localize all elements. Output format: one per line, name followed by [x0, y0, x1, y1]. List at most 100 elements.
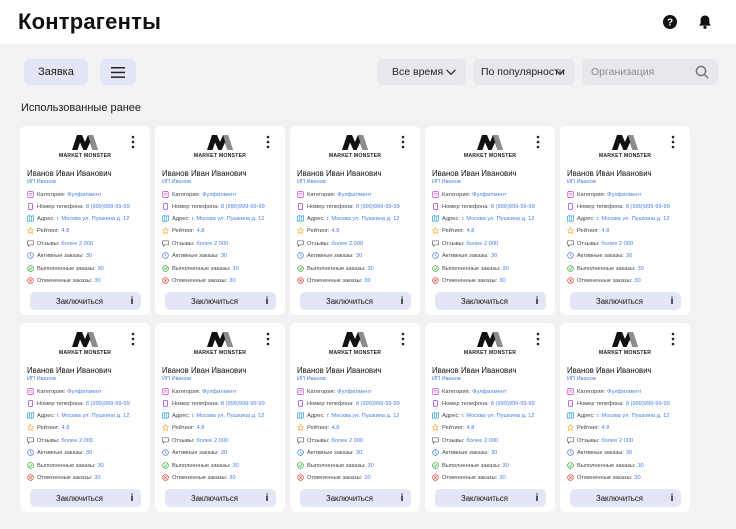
organization-name[interactable]: ИП Иванов	[297, 376, 326, 382]
comment-icon	[162, 437, 169, 444]
cancelled-orders-label: Отмененные заказы:	[37, 277, 93, 284]
organization-name[interactable]: ИП Иванов	[27, 179, 56, 185]
more-options-icon[interactable]	[130, 332, 136, 346]
clock-icon	[432, 449, 439, 456]
organization-name[interactable]: ИП Иванов	[27, 376, 56, 382]
active-orders-value: 30	[490, 449, 498, 456]
map-icon	[432, 215, 439, 222]
phone-value[interactable]: 8 (999)999-99-99	[221, 204, 265, 210]
info-button[interactable]: i	[393, 292, 411, 310]
reviews-value[interactable]: более 2 000	[601, 241, 633, 247]
info-button[interactable]: i	[123, 292, 141, 310]
phone-value[interactable]: 8 (999)999-99-99	[86, 401, 130, 407]
address-label: Адрес:	[307, 412, 325, 419]
address-row: Адрес: г. Москва ул. Пушкина д. 12	[27, 214, 129, 223]
market-monster-logo	[342, 135, 368, 150]
join-button[interactable]: Заключиться	[300, 292, 399, 310]
company-logo: MARKET MONSTER	[58, 134, 112, 160]
more-options-icon[interactable]	[670, 332, 676, 346]
organization-name[interactable]: ИП Иванов	[567, 179, 596, 185]
organization-name[interactable]: ИП Иванов	[567, 376, 596, 382]
logo-text: MARKET MONSTER	[328, 153, 382, 159]
more-options-icon[interactable]	[265, 135, 271, 149]
rating-row: Рейтинг: 4.8	[432, 226, 474, 235]
reviews-value[interactable]: более 2 000	[196, 241, 228, 247]
reviews-value[interactable]: более 2 000	[466, 241, 498, 247]
info-button[interactable]: i	[258, 489, 276, 507]
cancelled-orders-label: Отмененные заказы:	[442, 277, 498, 284]
info-button[interactable]: i	[528, 489, 546, 507]
menu-button[interactable]	[100, 59, 136, 85]
reviews-value[interactable]: более 2 000	[466, 438, 498, 444]
phone-value[interactable]: 8 (999)999-99-99	[356, 401, 400, 407]
info-button[interactable]: i	[663, 292, 681, 310]
reviews-row: Отзывы: более 2 000	[297, 436, 363, 445]
info-button[interactable]: i	[393, 489, 411, 507]
map-icon	[432, 412, 439, 419]
counterparty-card: MARKET MONSTER Иванов Иван Иванович ИП И…	[560, 323, 690, 512]
reviews-value[interactable]: более 2 000	[61, 438, 93, 444]
rating-label: Рейтинг:	[37, 227, 60, 234]
reviews-value[interactable]: более 2 000	[331, 438, 363, 444]
bell-icon[interactable]	[697, 14, 713, 30]
join-button[interactable]: Заключиться	[30, 292, 129, 310]
more-options-icon[interactable]	[535, 332, 541, 346]
phone-value[interactable]: 8 (999)999-99-99	[356, 204, 400, 210]
address-value: г. Москва ул. Пушкина д. 12	[326, 412, 400, 419]
more-options-icon[interactable]	[130, 135, 136, 149]
join-button[interactable]: Заключиться	[165, 489, 264, 507]
info-button[interactable]: i	[123, 489, 141, 507]
phone-value[interactable]: 8 (999)999-99-99	[221, 401, 265, 407]
search-icon[interactable]	[695, 65, 709, 79]
completed-orders-label: Выполненные заказы:	[577, 265, 636, 272]
info-button[interactable]: i	[258, 292, 276, 310]
info-button[interactable]: i	[528, 292, 546, 310]
join-button[interactable]: Заключиться	[570, 489, 669, 507]
join-button[interactable]: Заключиться	[165, 292, 264, 310]
phone-value[interactable]: 8 (999)999-99-99	[491, 204, 535, 210]
more-options-icon[interactable]	[400, 332, 406, 346]
period-select[interactable]: Все время	[377, 59, 466, 85]
reviews-label: Отзывы:	[37, 240, 60, 247]
more-options-icon[interactable]	[400, 135, 406, 149]
reviews-label: Отзывы:	[442, 437, 465, 444]
check-circle-icon	[432, 265, 439, 272]
more-options-icon[interactable]	[535, 135, 541, 149]
logo-text: MARKET MONSTER	[328, 350, 382, 356]
sort-select[interactable]: По популярности	[473, 59, 575, 85]
reviews-value[interactable]: более 2 000	[61, 241, 93, 247]
active-orders-label: Активные заказы:	[577, 252, 624, 259]
more-options-icon[interactable]	[265, 332, 271, 346]
join-button[interactable]: Заключиться	[30, 489, 129, 507]
phone-value[interactable]: 8 (999)999-99-99	[491, 401, 535, 407]
phone-value[interactable]: 8 (999)999-99-99	[626, 401, 670, 407]
company-logo: MARKET MONSTER	[598, 134, 652, 160]
join-button[interactable]: Заключиться	[300, 489, 399, 507]
organization-name[interactable]: ИП Иванов	[432, 376, 461, 382]
more-options-icon[interactable]	[670, 135, 676, 149]
reviews-value[interactable]: более 2 000	[601, 438, 633, 444]
phone-label: Номер телефона:	[37, 203, 84, 210]
organization-name[interactable]: ИП Иванов	[162, 179, 191, 185]
category-value: Фулфилмент	[337, 191, 372, 198]
search-input[interactable]	[591, 64, 691, 80]
company-logo: MARKET MONSTER	[463, 331, 517, 357]
reviews-value[interactable]: более 2 000	[196, 438, 228, 444]
category-icon	[297, 191, 304, 198]
rating-row: Рейтинг: 4.8	[27, 423, 69, 432]
reviews-value[interactable]: более 2 000	[331, 241, 363, 247]
phone-value[interactable]: 8 (999)999-99-99	[626, 204, 670, 210]
info-button[interactable]: i	[663, 489, 681, 507]
organization-name[interactable]: ИП Иванов	[162, 376, 191, 382]
join-button[interactable]: Заключиться	[570, 292, 669, 310]
phone-icon	[568, 400, 573, 407]
join-button[interactable]: Заключиться	[435, 489, 534, 507]
help-circle-icon[interactable]: ?	[662, 14, 678, 30]
cancelled-orders-label: Отмененные заказы:	[577, 277, 633, 284]
phone-value[interactable]: 8 (999)999-99-99	[86, 204, 130, 210]
order-button[interactable]: Заявка	[24, 59, 88, 85]
organization-name[interactable]: ИП Иванов	[432, 179, 461, 185]
star-icon	[162, 227, 169, 234]
organization-name[interactable]: ИП Иванов	[297, 179, 326, 185]
join-button[interactable]: Заключиться	[435, 292, 534, 310]
